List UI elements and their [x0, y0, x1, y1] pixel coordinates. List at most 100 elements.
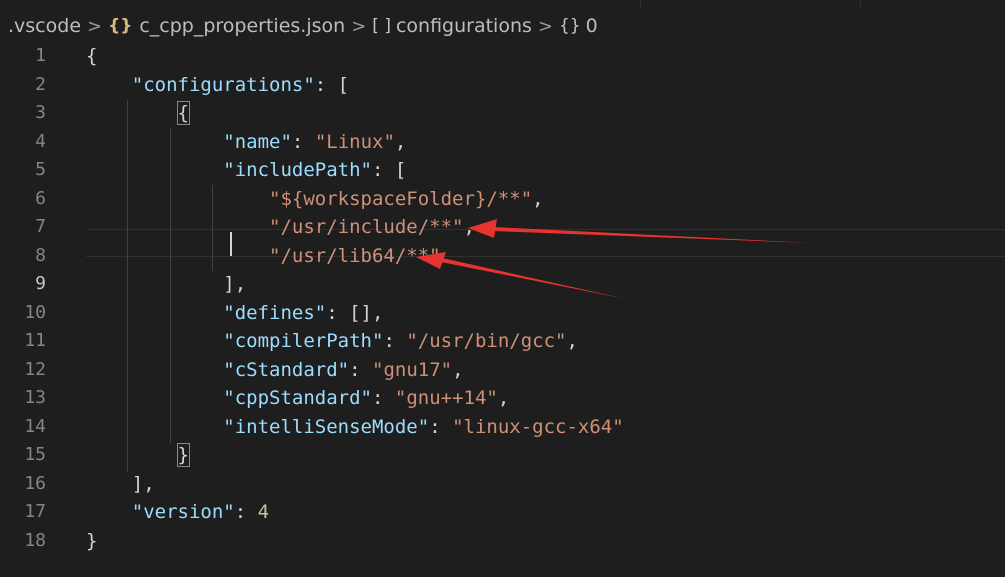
json-punctuation [86, 245, 269, 267]
json-string: "Linux" [314, 130, 395, 153]
json-punctuation: : [ [372, 159, 407, 181]
json-punctuation [86, 473, 132, 495]
line-number: 8 [35, 244, 46, 266]
code-line[interactable]: 3 { [0, 99, 1005, 128]
json-file-icon: {} [108, 16, 133, 36]
code-line[interactable]: 5 "includePath": [ [0, 156, 1005, 185]
line-number: 13 [24, 387, 46, 408]
code-text: "cStandard": "gnu17", [86, 356, 464, 385]
breadcrumb-object[interactable]: 0 [586, 15, 598, 37]
json-punctuation [86, 302, 223, 324]
json-punctuation: : [349, 358, 373, 381]
code-text: { [86, 99, 191, 128]
line-number: 4 [35, 130, 46, 152]
json-punctuation: , [497, 387, 510, 409]
code-text: "/usr/lib64/**" [86, 242, 441, 271]
json-string: "gnu17" [372, 358, 453, 381]
code-line[interactable]: 8 "/usr/lib64/**" [0, 242, 1005, 271]
object-icon: {} [558, 16, 581, 36]
json-punctuation: { [86, 45, 98, 67]
line-number: 14 [24, 415, 46, 437]
code-line[interactable]: 4 "name": "Linux", [0, 128, 1005, 157]
json-punctuation: , [452, 358, 464, 381]
code-line[interactable]: 7 "/usr/include/**", [0, 213, 1005, 242]
code-line[interactable]: 9 ], [0, 270, 1005, 299]
line-number: 9 [35, 273, 46, 294]
json-key: "version" [131, 501, 235, 523]
json-punctuation: : [383, 330, 407, 352]
json-string: "/usr/include/**" [269, 216, 464, 238]
json-punctuation [86, 216, 269, 238]
json-punctuation: { [176, 101, 191, 125]
line-number: 7 [35, 216, 46, 237]
json-number: 4 [257, 501, 270, 523]
json-string: "gnu++14" [394, 387, 498, 409]
code-line[interactable]: 16 ], [0, 470, 1005, 499]
line-number: 6 [35, 187, 46, 209]
chevron-right-icon: > [87, 15, 103, 37]
chevron-right-icon: > [351, 15, 367, 37]
json-punctuation: : [ [314, 73, 350, 96]
code-line[interactable]: 1{ [0, 42, 1005, 71]
code-text: "version": 4 [86, 498, 269, 527]
code-line[interactable]: 14 "intelliSenseMode": "linux-gcc-x64" [0, 413, 1005, 442]
json-punctuation: ], [223, 273, 247, 295]
code-text: { [86, 42, 97, 71]
line-number: 17 [24, 501, 46, 522]
code-line[interactable]: 13 "cppStandard": "gnu++14", [0, 384, 1005, 413]
json-punctuation: , [463, 216, 475, 238]
code-text: "configurations": [ [86, 71, 349, 100]
json-key: "name" [223, 130, 292, 153]
code-text: "/usr/include/**", [86, 213, 475, 242]
line-number: 16 [24, 472, 46, 494]
code-text: "defines": [], [86, 299, 383, 328]
json-punctuation: , [394, 130, 407, 153]
code-line[interactable]: 10 "defines": [], [0, 299, 1005, 328]
line-number: 3 [35, 102, 46, 123]
json-key: "intelliSenseMode" [223, 415, 430, 438]
json-punctuation: } [176, 443, 191, 467]
line-number: 12 [24, 358, 46, 380]
line-number: 11 [24, 330, 46, 351]
code-editor[interactable]: 1{2 "configurations": [3 {4 "name": "Lin… [0, 42, 1005, 577]
code-line[interactable]: 17 "version": 4 [0, 498, 1005, 527]
json-punctuation: ], [131, 472, 155, 495]
code-line[interactable]: 11 "compilerPath": "/usr/bin/gcc", [0, 327, 1005, 356]
json-key: "cStandard" [223, 358, 350, 381]
breadcrumb: .vscode > {} c_cpp_properties.json > [ ]… [8, 11, 598, 41]
json-punctuation [86, 74, 132, 96]
line-number: 1 [35, 45, 46, 66]
line-number: 5 [35, 159, 46, 180]
json-punctuation [86, 359, 223, 381]
breadcrumb-file[interactable]: c_cpp_properties.json [139, 15, 345, 37]
json-punctuation: } [86, 529, 98, 552]
json-punctuation [86, 444, 178, 466]
json-key: "defines" [223, 301, 327, 324]
chevron-right-icon: > [537, 15, 553, 37]
json-punctuation: : [372, 387, 395, 409]
code-line[interactable]: 12 "cStandard": "gnu17", [0, 356, 1005, 385]
tab-divider [640, 0, 641, 8]
json-punctuation: , [532, 187, 544, 210]
json-punctuation: : [291, 130, 315, 153]
json-punctuation [86, 330, 223, 352]
code-text: "includePath": [ [86, 156, 406, 185]
tab-divider [860, 0, 861, 8]
json-punctuation [86, 131, 223, 153]
json-punctuation [86, 188, 269, 210]
json-key: "compilerPath" [223, 330, 384, 352]
code-line[interactable]: 15 } [0, 441, 1005, 470]
code-line[interactable]: 6 "${workspaceFolder}/**", [0, 185, 1005, 214]
json-punctuation [86, 387, 223, 409]
code-text: ], [86, 270, 246, 299]
json-punctuation: : [], [326, 301, 384, 324]
code-text: "intelliSenseMode": "linux-gcc-x64" [86, 413, 623, 442]
code-line[interactable]: 18} [0, 527, 1005, 556]
code-text: "compilerPath": "/usr/bin/gcc", [86, 327, 578, 356]
json-string: "${workspaceFolder}/**" [269, 187, 533, 210]
json-string: "/usr/lib64/**" [269, 244, 441, 267]
json-punctuation: : [429, 415, 453, 438]
code-line[interactable]: 2 "configurations": [ [0, 71, 1005, 100]
breadcrumb-folder[interactable]: .vscode [8, 15, 81, 37]
breadcrumb-array[interactable]: configurations [396, 15, 532, 37]
